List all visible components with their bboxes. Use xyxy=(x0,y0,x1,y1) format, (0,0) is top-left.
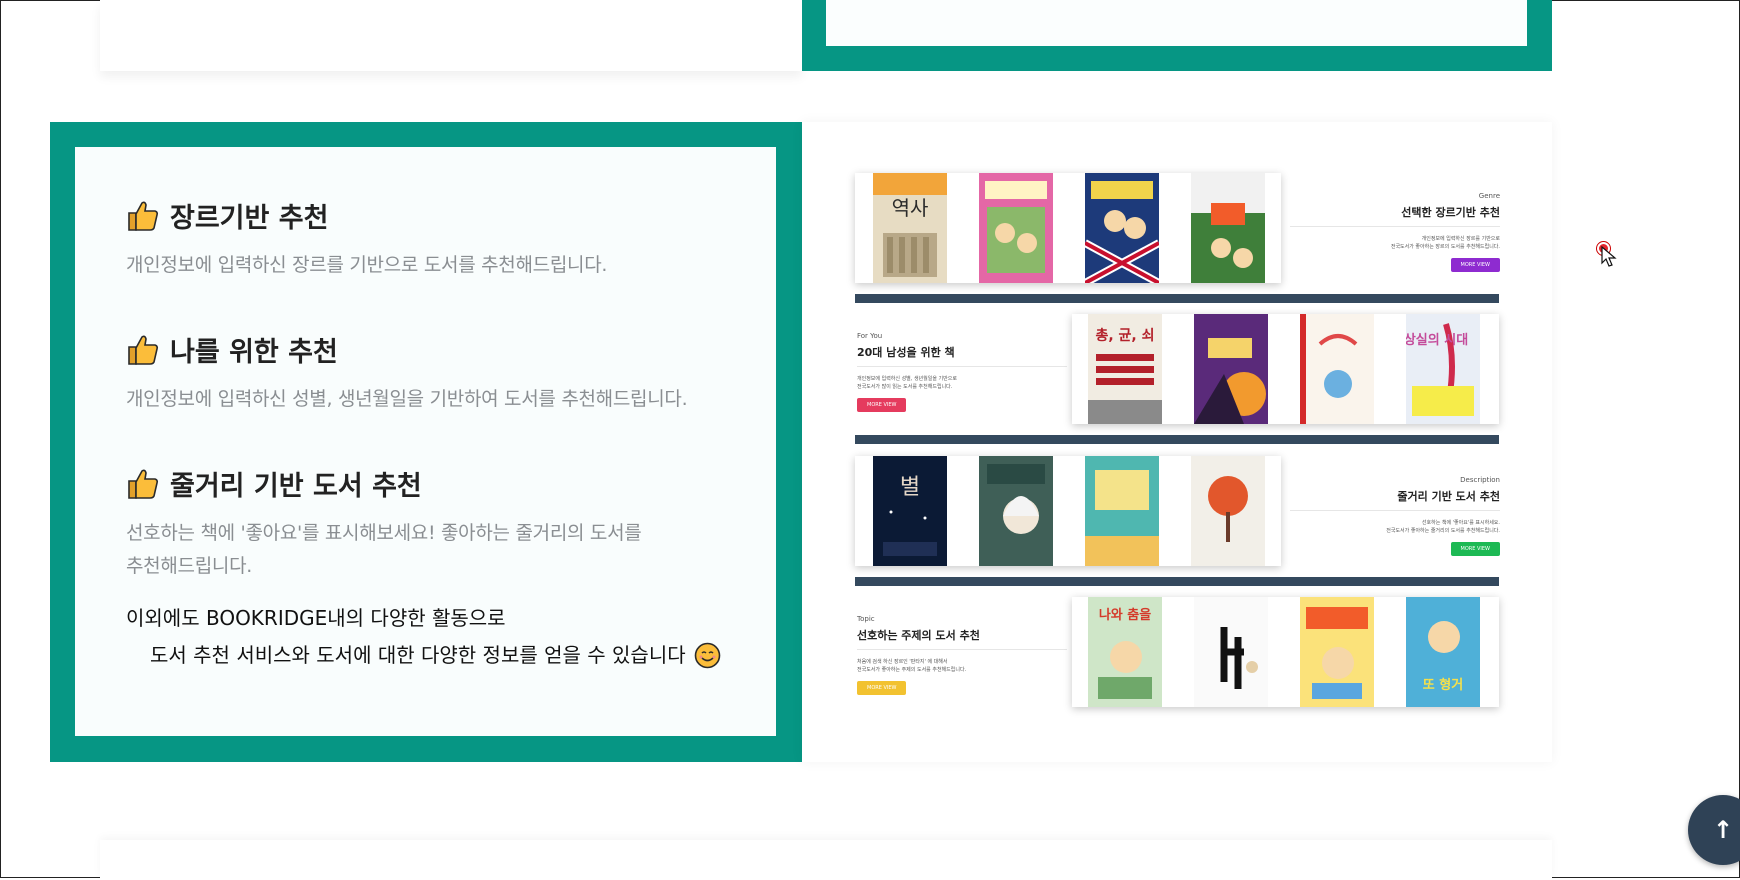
book-cover-title: 상실의 시대 xyxy=(1406,332,1468,348)
description-desc-line1: 선호하는 책에 '좋아요'를 표시하세요. xyxy=(1421,520,1500,526)
description-desc-line2: 전국도서가 좋아하는 줄거리의 도서를 추천해드립니다. xyxy=(1386,528,1500,534)
genre-row-text: Genre 선택한 장르기반 추천 개인정보에 입력하신 장르를 기반으로 전국… xyxy=(1290,192,1500,272)
book-cover[interactable]: 총, 균, 쇠 xyxy=(1088,314,1162,424)
previous-section-teal-inner xyxy=(826,0,1527,46)
description-desc: 선호하는 책에 '좋아요'를 표시하세요. 전국도서가 좋아하는 줄거리의 도서… xyxy=(1290,519,1500,535)
thumbs-up-icon xyxy=(128,335,159,365)
foryou-desc: 개인정보에 입력하신 성별, 생년월일을 기반으로 전국도서가 많이 읽는 도서… xyxy=(857,375,1067,391)
foryou-book-strip: 총, 균, 쇠 상실의 시대 xyxy=(1072,314,1499,424)
description-book-strip: 별 xyxy=(855,456,1281,566)
book-cover[interactable]: 나와 춤을 xyxy=(1088,597,1162,707)
book-cover[interactable] xyxy=(1194,314,1268,424)
feature-foryou-title: 나를 위한 추천 xyxy=(170,336,338,368)
book-cover[interactable] xyxy=(1194,597,1268,707)
genre-book-strip: 역사 xyxy=(855,173,1281,283)
description-divider xyxy=(1290,510,1500,511)
book-cover[interactable] xyxy=(1085,456,1159,566)
feature-genre: 장르기반 추천 개인정보에 입력하신 장르를 기반으로 도서를 추천해드립니다. xyxy=(126,195,746,282)
section-separator-bar xyxy=(855,435,1499,444)
description-category: Description xyxy=(1460,476,1500,484)
book-cover[interactable]: 역사 xyxy=(873,173,947,283)
genre-category: Genre xyxy=(1478,192,1500,200)
foryou-desc-line2: 전국도서가 많이 읽는 도서를 추천해드립니다. xyxy=(857,384,953,390)
genre-title: 선택한 장르기반 추천 xyxy=(1401,206,1500,219)
feature-foryou-desc: 개인정보에 입력하신 성별, 생년월일을 기반하여 도서를 추천해드립니다. xyxy=(126,388,688,410)
feature-description-title: 줄거리 기반 도서 추천 xyxy=(170,470,422,502)
feature-description-title-row: 줄거리 기반 도서 추천 xyxy=(126,463,746,503)
smile-icon xyxy=(694,642,720,669)
book-cover-title: 별 xyxy=(900,475,920,500)
foryou-row-text: For You 20대 남성을 위한 책 개인정보에 입력하신 성별, 생년월일… xyxy=(857,332,1067,412)
book-cover[interactable]: 별 xyxy=(873,456,947,566)
feature-foryou-title-row: 나를 위한 추천 xyxy=(126,329,746,369)
feature-description: 줄거리 기반 도서 추천 선호하는 책에 '좋아요'를 표시해보세요! 좋아하는… xyxy=(126,463,746,583)
book-cover[interactable] xyxy=(1191,173,1265,283)
foryou-more-view-button[interactable]: MORE VIEW xyxy=(857,398,907,412)
mouse-cursor-icon xyxy=(1601,246,1617,267)
topic-title: 선호하는 주제의 도서 추천 xyxy=(857,629,980,642)
book-cover[interactable] xyxy=(979,456,1053,566)
foryou-divider xyxy=(857,366,1067,367)
thumbs-up-icon xyxy=(128,469,159,499)
topic-desc-line2: 전국도서가 좋아하는 주제의 도서를 추천해드립니다. xyxy=(857,667,967,673)
feature-genre-desc: 개인정보에 입력하신 장르를 기반으로 도서를 추천해드립니다. xyxy=(126,254,608,276)
foryou-desc-line1: 개인정보에 입력하신 성별, 생년월일을 기반으로 xyxy=(857,376,957,382)
genre-divider xyxy=(1290,226,1500,227)
topic-desc-line1: 처음에 검색 하신 장르인 '판타지' 에 대해서 xyxy=(857,659,948,665)
genre-desc-line1: 개인정보에 입력하신 장르를 기반으로 xyxy=(1421,236,1500,242)
feature-genre-title: 장르기반 추천 xyxy=(170,202,329,234)
feature-foryou: 나를 위한 추천 개인정보에 입력하신 성별, 생년월일을 기반하여 도서를 추… xyxy=(126,329,746,416)
feature-description-desc-line2: 추천해드립니다. xyxy=(126,555,253,577)
section-separator-bar xyxy=(855,577,1499,586)
scroll-to-top-button[interactable]: ↑ xyxy=(1688,795,1740,865)
extra-info: 이외에도 BOOKRIDGE내의 다양한 활동으로 도서 추천 서비스와 도서에… xyxy=(126,600,721,674)
book-cover[interactable] xyxy=(979,173,1053,283)
next-section-card xyxy=(100,840,1552,880)
description-more-view-button[interactable]: MORE VIEW xyxy=(1450,542,1500,556)
feature-genre-title-row: 장르기반 추천 xyxy=(126,195,746,235)
arrow-up-icon: ↑ xyxy=(1712,816,1734,844)
book-cover[interactable] xyxy=(1300,314,1374,424)
foryou-category: For You xyxy=(857,332,883,340)
section-separator-bar xyxy=(855,294,1499,303)
topic-desc: 처음에 검색 하신 장르인 '판타지' 에 대해서 전국도서가 좋아하는 주제의… xyxy=(857,658,1067,674)
genre-desc: 개인정보에 입력하신 장르를 기반으로 전국도서가 좋아하는 장르의 도서를 추… xyxy=(1290,235,1500,251)
feature-description-desc-line1: 선호하는 책에 '좋아요'를 표시해보세요! 좋아하는 줄거리의 도서를 xyxy=(126,522,642,544)
topic-row-text: Topic 선호하는 주제의 도서 추천 처음에 검색 하신 장르인 '판타지'… xyxy=(857,615,1067,695)
foryou-title: 20대 남성을 위한 책 xyxy=(857,346,955,359)
book-cover[interactable]: 상실의 시대 xyxy=(1406,314,1480,424)
topic-category: Topic xyxy=(857,615,875,623)
genre-desc-line2: 전국도서가 좋아하는 장르의 도서를 추천해드립니다. xyxy=(1390,244,1500,250)
book-cover-title: 나와 춤을 xyxy=(1099,607,1151,623)
topic-divider xyxy=(857,649,1067,650)
book-cover[interactable] xyxy=(1191,456,1265,566)
extra-info-line2: 도서 추천 서비스와 도서에 대한 다양한 정보를 얻을 수 있습니다 xyxy=(150,643,686,667)
description-row-text: Description 줄거리 기반 도서 추천 선호하는 책에 '좋아요'를 … xyxy=(1290,476,1500,556)
book-cover-title: 역사 xyxy=(892,196,929,220)
book-cover-title: 또 형거 xyxy=(1423,677,1463,693)
previous-section-card xyxy=(100,0,802,71)
topic-book-strip: 나와 춤을 또 형거 xyxy=(1072,597,1499,707)
book-cover-title: 총, 균, 쇠 xyxy=(1095,328,1154,344)
topic-more-view-button[interactable]: MORE VIEW xyxy=(857,681,907,695)
feature-description-desc: 선호하는 책에 '좋아요'를 표시해보세요! 좋아하는 줄거리의 도서를 추천해… xyxy=(126,517,746,583)
extra-info-line2-row: 도서 추천 서비스와 도서에 대한 다양한 정보를 얻을 수 있습니다 xyxy=(126,637,721,674)
description-title: 줄거리 기반 도서 추천 xyxy=(1397,490,1500,503)
book-cover[interactable] xyxy=(1085,173,1159,283)
book-cover[interactable] xyxy=(1300,597,1374,707)
thumbs-up-icon xyxy=(128,201,159,231)
genre-more-view-button[interactable]: MORE VIEW xyxy=(1450,258,1500,272)
extra-info-line1: 이외에도 BOOKRIDGE내의 다양한 활동으로 xyxy=(126,606,506,630)
book-cover[interactable]: 또 형거 xyxy=(1406,597,1480,707)
